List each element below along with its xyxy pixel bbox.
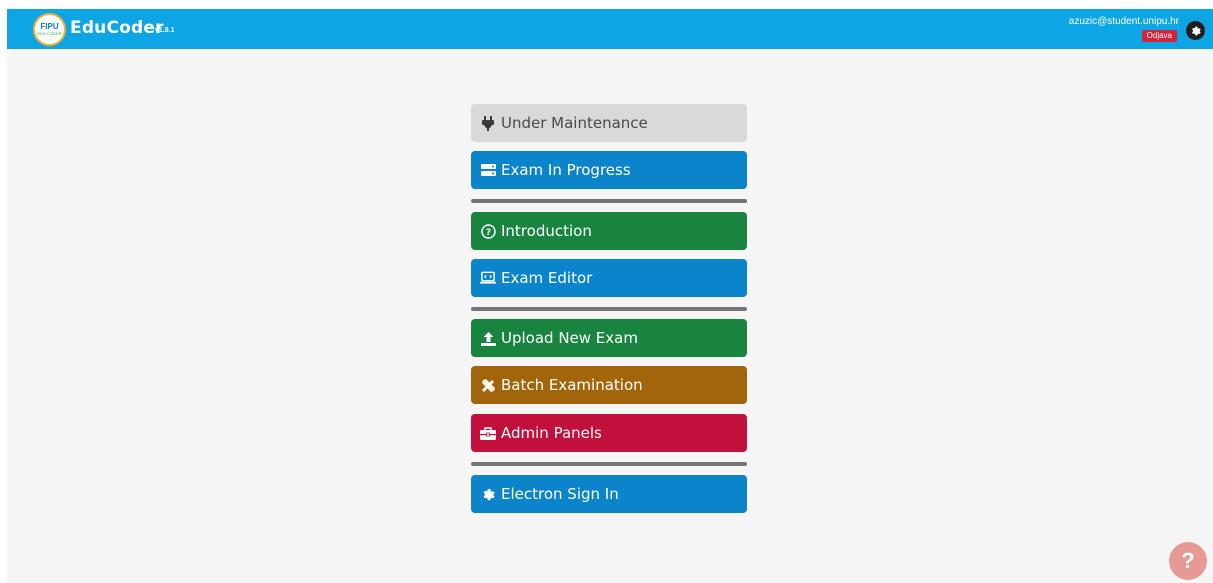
server-icon (480, 162, 496, 178)
svg-text:?: ? (485, 228, 490, 238)
exam-editor-label: Exam Editor (501, 269, 593, 287)
exam-in-progress-label: Exam In Progress (501, 161, 631, 179)
fipu-logo[interactable]: FIPU EDU CODER (33, 13, 66, 46)
upload-new-exam-button[interactable]: Upload New Exam (471, 319, 747, 357)
user-email: azuzic@student.unipu.hr (1068, 16, 1179, 27)
batch-examination-button[interactable]: Batch Examination (471, 366, 747, 404)
under-maintenance-button[interactable]: Under Maintenance (471, 104, 747, 142)
electron-sign-in-label: Electron Sign In (501, 485, 619, 503)
question-circle-icon: ? (480, 223, 496, 239)
under-maintenance-label: Under Maintenance (501, 114, 648, 132)
exam-editor-button[interactable]: Exam Editor (471, 259, 747, 297)
menu-divider (471, 199, 747, 203)
logo-line-2: EDU CODER (37, 31, 62, 36)
gear-icon (1192, 26, 1201, 36)
logo-line-1: FIPU (40, 22, 59, 31)
batch-examination-label: Batch Examination (501, 376, 643, 394)
toolbox-icon (480, 425, 496, 441)
admin-panels-label: Admin Panels (501, 424, 602, 442)
electron-sign-in-button[interactable]: Electron Sign In (471, 475, 747, 513)
menu-divider (471, 307, 747, 311)
logout-button[interactable]: Odjava (1141, 30, 1177, 42)
laptop-code-icon (480, 270, 496, 286)
app-brand-title[interactable]: EduCoder (70, 18, 164, 38)
app-version: v1.8.1 (155, 27, 175, 34)
introduction-button[interactable]: ? Introduction (471, 212, 747, 250)
settings-button[interactable] (1186, 21, 1205, 40)
menu-divider (471, 462, 747, 466)
top-navbar: FIPU EDU CODER EduCoder v1.8.1 azuzic@st… (7, 9, 1213, 49)
cog-icon (480, 486, 496, 502)
app-window: FIPU EDU CODER EduCoder v1.8.1 azuzic@st… (7, 9, 1213, 583)
upload-new-exam-label: Upload New Exam (501, 329, 638, 347)
question-icon: ? (1181, 548, 1195, 573)
introduction-label: Introduction (501, 222, 592, 240)
upload-icon (480, 330, 496, 346)
tools-icon (480, 377, 496, 393)
help-button[interactable]: ? (1169, 542, 1207, 580)
exam-in-progress-button[interactable]: Exam In Progress (471, 151, 747, 189)
admin-panels-button[interactable]: Admin Panels (471, 414, 747, 452)
plug-icon (480, 115, 496, 131)
